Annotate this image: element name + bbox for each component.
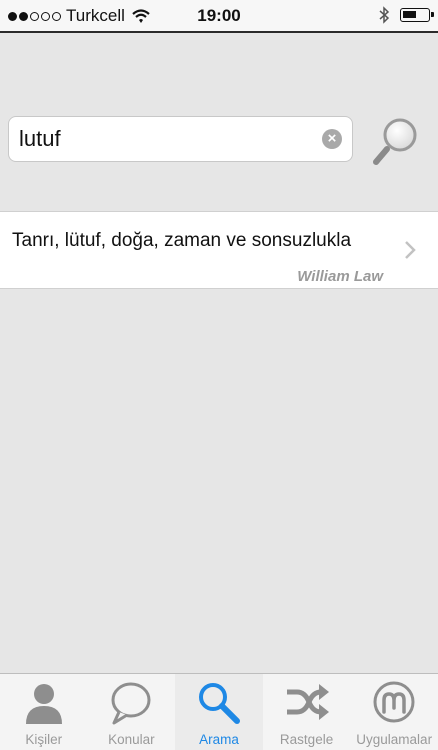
tab-arama[interactable]: Arama [175, 674, 263, 750]
search-input[interactable] [19, 117, 319, 161]
shuffle-icon [286, 684, 329, 720]
result-title: Tanrı, lütuf, doğa, zaman ve sonsuzlukla [12, 230, 352, 251]
result-author: William Law [297, 268, 383, 285]
clear-icon[interactable]: × [322, 129, 342, 149]
status-right [378, 6, 434, 24]
tab-rastgele[interactable]: Rastgele [263, 674, 351, 750]
tab-label: Arama [199, 732, 239, 747]
status-time: 19:00 [197, 6, 241, 25]
status-bar: Turkcell 19:00 [0, 0, 438, 33]
search-button[interactable] [370, 114, 422, 166]
tab-label: Rastgele [279, 732, 334, 747]
chevron-right-icon [405, 241, 416, 259]
person-icon [25, 684, 62, 724]
search-field[interactable]: × [8, 116, 353, 162]
bluetooth-icon [379, 6, 390, 24]
tab-kisiler[interactable]: Kişiler [0, 674, 88, 750]
speech-bubble-icon [111, 682, 151, 725]
tab-bar: Kişiler Konular Arama Rastgele Uygulamal… [0, 673, 438, 750]
search-icon [198, 683, 240, 724]
tab-label: Konular [108, 732, 155, 747]
tab-konular[interactable]: Konular [88, 674, 176, 750]
battery-icon [400, 8, 434, 22]
list-item[interactable]: Tanrı, lütuf, doğa, zaman ve sonsuzlukla… [0, 211, 438, 289]
tab-uygulamalar[interactable]: Uygulamalar [350, 674, 438, 750]
apps-logo-icon [373, 681, 415, 723]
tab-label: Uygulamalar [356, 732, 433, 747]
tab-label: Kişiler [25, 732, 63, 747]
